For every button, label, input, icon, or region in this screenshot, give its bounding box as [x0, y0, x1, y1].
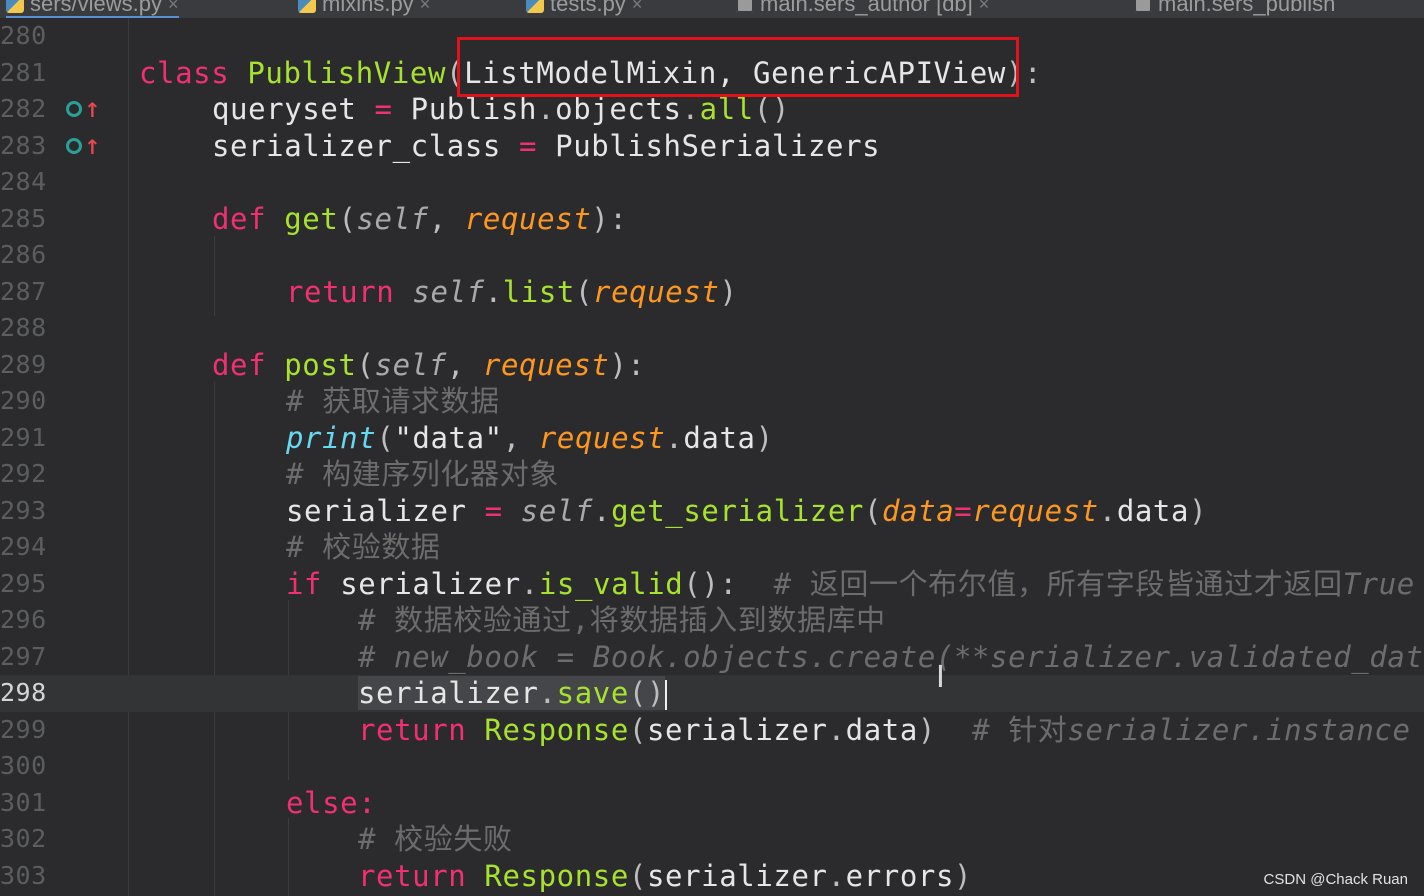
- code-text: return Response(serializer.errors): [358, 858, 973, 893]
- line-number: 281: [0, 57, 47, 87]
- tab-tests-py[interactable]: tests.py ×: [526, 0, 642, 16]
- code-line: 284: [0, 164, 1424, 201]
- code-text: print("data", request.data): [286, 420, 774, 455]
- line-number: 300: [0, 751, 47, 780]
- override-gutter-icon[interactable]: ↑: [66, 135, 101, 159]
- code-line: 288: [0, 310, 1424, 347]
- line-number: 283: [0, 130, 47, 160]
- line-number: 297: [0, 641, 47, 671]
- code-comment: # 数据校验通过,将数据插入到数据库中: [358, 603, 886, 637]
- code-text: serializer.save(): [358, 676, 668, 710]
- code-text: return self.list(request): [286, 274, 738, 309]
- line-number: 290: [0, 386, 47, 415]
- code-comment: # 构建序列化器对象: [286, 457, 559, 491]
- line-number: 298: [0, 678, 47, 707]
- code-line: 289 def post(self, request):: [0, 347, 1424, 384]
- close-icon[interactable]: ×: [420, 0, 431, 15]
- line-number: 284: [0, 167, 47, 196]
- code-line: 285 def get(self, request):: [0, 201, 1424, 238]
- tab-mixins-py[interactable]: mixins.py ×: [298, 0, 430, 16]
- line-number: 292: [0, 459, 47, 488]
- code-text: if serializer.is_valid(): # 返回一个布尔值，所有字段…: [286, 566, 1415, 601]
- code-line: 283 ↑ serializer_class = PublishSerializ…: [0, 128, 1424, 165]
- line-number: 287: [0, 276, 47, 306]
- code-line: 290 # 获取请求数据: [0, 383, 1424, 420]
- red-highlight-box: [457, 37, 1019, 97]
- override-gutter-icon[interactable]: ↑: [66, 98, 101, 122]
- table-icon: [736, 0, 754, 13]
- code-comment: # 校验数据: [286, 530, 441, 564]
- line-number: 282: [0, 94, 47, 123]
- line-number: 280: [0, 21, 47, 50]
- code-text: return Response(serializer.data) # 针对ser…: [358, 712, 1411, 747]
- line-number: 286: [0, 240, 47, 269]
- code-text: else:: [286, 785, 377, 820]
- line-number: 288: [0, 313, 47, 342]
- line-number: 285: [0, 203, 47, 233]
- code-editor[interactable]: 280 281 class PublishView(ListModelMixin…: [0, 18, 1424, 896]
- python-file-icon: [526, 0, 544, 13]
- table-icon: [1134, 0, 1152, 13]
- line-number: 296: [0, 605, 47, 634]
- code-line: 291 print("data", request.data): [0, 420, 1424, 457]
- code-comment: # new_book = Book.objects.create(**seria…: [358, 639, 1424, 674]
- code-line: 302 # 校验失败: [0, 821, 1424, 858]
- code-line: 299 return Response(serializer.data) # 针…: [0, 712, 1424, 749]
- tab-views-py[interactable]: sers/views.py ×: [6, 0, 179, 18]
- close-icon[interactable]: ×: [979, 0, 990, 15]
- code-line: 287 return self.list(request): [0, 274, 1424, 311]
- close-icon[interactable]: ×: [632, 0, 643, 15]
- line-number: 295: [0, 568, 47, 598]
- python-file-icon: [6, 0, 24, 13]
- code-line: 295 if serializer.is_valid(): # 返回一个布尔值，…: [0, 566, 1424, 603]
- code-line: 292 # 构建序列化器对象: [0, 456, 1424, 493]
- tab-sers-author[interactable]: main.sers_author [db] ×: [736, 0, 989, 16]
- code-line: 286: [0, 237, 1424, 274]
- line-number: 289: [0, 349, 47, 379]
- code-text: serializer = self.get_serializer(data=re…: [286, 493, 1208, 528]
- line-number: 293: [0, 495, 47, 525]
- code-line: 297 # new_book = Book.objects.create(**s…: [0, 639, 1424, 676]
- code-text: def get(self, request):: [212, 201, 628, 236]
- tab-sers-publish[interactable]: main.sers_publish: [1134, 0, 1335, 16]
- code-comment: # 获取请求数据: [286, 384, 500, 418]
- line-number: 299: [0, 714, 47, 744]
- code-text: def post(self, request):: [212, 347, 646, 382]
- close-icon[interactable]: ×: [168, 0, 179, 15]
- code-line: 301 else:: [0, 785, 1424, 822]
- code-line: 300: [0, 748, 1424, 785]
- code-line: 294 # 校验数据: [0, 529, 1424, 566]
- text-caret: [665, 680, 668, 710]
- code-comment: # 校验失败: [358, 822, 513, 856]
- line-number: 303: [0, 860, 47, 890]
- line-number: 291: [0, 422, 47, 452]
- python-file-icon: [298, 0, 316, 13]
- line-number: 301: [0, 787, 47, 817]
- code-line: 296 # 数据校验通过,将数据插入到数据库中: [0, 602, 1424, 639]
- code-text: serializer_class = PublishSerializers: [212, 128, 881, 163]
- code-line: 303 return Response(serializer.errors): [0, 858, 1424, 895]
- editor-tab-bar: sers/views.py × mixins.py × tests.py × m…: [0, 0, 1424, 18]
- line-number: 294: [0, 532, 47, 561]
- line-number: 302: [0, 824, 47, 853]
- text-cursor-ibeam-icon: I: [936, 660, 945, 695]
- watermark: CSDN @Chack Ruan: [1263, 871, 1408, 888]
- code-line: 293 serializer = self.get_serializer(dat…: [0, 493, 1424, 530]
- current-code-line: 298 serializer.save(): [0, 675, 1424, 712]
